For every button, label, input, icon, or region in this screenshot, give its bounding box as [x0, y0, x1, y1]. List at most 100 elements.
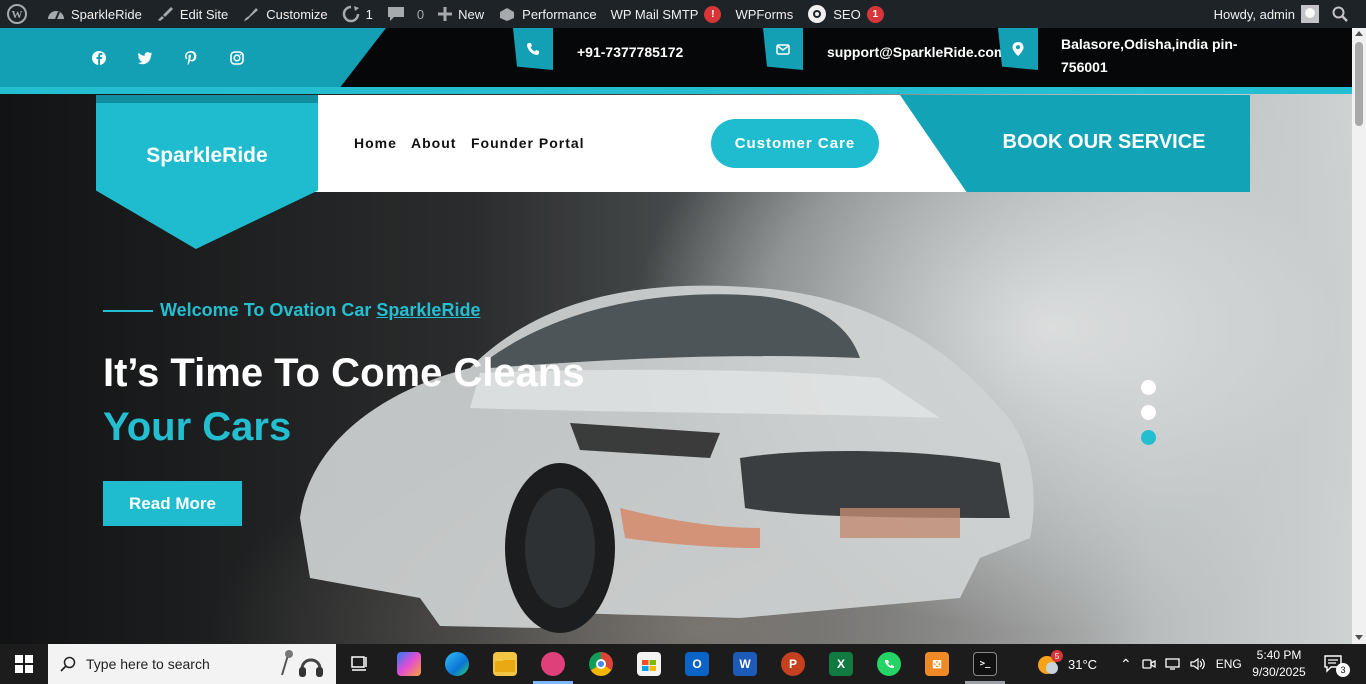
howdy-label: Howdy, admin	[1213, 6, 1295, 22]
wordpress-icon: W	[7, 4, 27, 24]
performance-button[interactable]: Performance	[491, 0, 603, 28]
temperature: 31°C	[1068, 656, 1098, 672]
site-viewport: +91-7377785172 support@SparkleRide.com B…	[0, 28, 1352, 644]
search-placeholder: Type here to search	[86, 656, 210, 672]
show-hidden-icons-icon[interactable]: ⌃	[1120, 656, 1132, 673]
read-more-button[interactable]: Read More	[103, 481, 242, 526]
wordpress-logo-button[interactable]: W	[0, 0, 40, 28]
customer-care-button[interactable]: Customer Care	[711, 119, 879, 168]
book-service-button[interactable]: BOOK OUR SERVICE	[958, 131, 1250, 154]
edit-site-button[interactable]: Edit Site	[149, 0, 235, 28]
pinterest-icon[interactable]	[183, 50, 199, 66]
slider-dot-1[interactable]	[1141, 380, 1156, 395]
edit-site-label: Edit Site	[179, 6, 229, 22]
meet-now-icon[interactable]	[1142, 657, 1156, 671]
location-icon-box	[998, 28, 1038, 70]
performance-label: Performance	[522, 6, 597, 22]
phone-number[interactable]: +91-7377785172	[577, 44, 683, 60]
site-logo[interactable]: SparkleRide	[96, 144, 318, 168]
system-tray: ⌃ ENG	[1120, 644, 1242, 684]
whatsapp-icon[interactable]	[877, 652, 901, 676]
system-clock[interactable]: 5:40 PM 9/30/2025	[1246, 647, 1312, 681]
input-language[interactable]: ENG	[1216, 657, 1242, 671]
notification-center-button[interactable]: 3	[1324, 644, 1350, 684]
my-account-menu[interactable]: Howdy, admin	[1207, 0, 1326, 28]
terminal-icon[interactable]: >_	[973, 652, 997, 676]
customize-button[interactable]: Customize	[235, 0, 334, 28]
slider-dot-2[interactable]	[1141, 405, 1156, 420]
wpforms-label: WPForms	[735, 6, 794, 22]
search-icon	[60, 656, 76, 672]
top-contact-bar: +91-7377785172 support@SparkleRide.com B…	[0, 28, 1352, 88]
map-marker-icon	[1012, 42, 1024, 56]
seo-label: SEO	[833, 6, 861, 22]
clock-time: 5:40 PM	[1256, 648, 1302, 662]
weather-alert-badge: 5	[1051, 650, 1063, 662]
slider-dot-3[interactable]	[1141, 430, 1156, 445]
brave-browser-icon[interactable]	[541, 652, 565, 676]
welcome-accent-line	[103, 310, 153, 312]
excel-icon[interactable]: X	[829, 652, 853, 676]
notification-count-badge: 3	[1336, 663, 1350, 677]
search-icon	[1332, 6, 1348, 22]
page-scrollbar[interactable]	[1352, 28, 1366, 644]
file-explorer-icon[interactable]	[493, 652, 517, 676]
logo-badge-top	[96, 95, 318, 103]
customize-label: Customize	[266, 6, 328, 22]
brush-icon	[157, 7, 173, 21]
envelope-icon	[776, 44, 790, 55]
facebook-icon[interactable]	[91, 50, 107, 66]
weather-widget[interactable]: 5 31°C	[1036, 644, 1097, 684]
address-line-2: 756001	[1061, 59, 1108, 75]
copilot-icon[interactable]	[397, 652, 421, 676]
welcome-link[interactable]: SparkleRide	[376, 300, 480, 320]
new-content-button[interactable]: New	[431, 0, 491, 28]
hero-headline-accent: Your Cars	[103, 405, 292, 449]
search-highlight-headphones-icon	[281, 650, 323, 677]
wpforms-button[interactable]: WPForms	[728, 0, 800, 28]
powerpoint-icon[interactable]: P	[781, 652, 805, 676]
chrome-browser-icon[interactable]	[589, 652, 613, 676]
network-icon[interactable]	[1165, 657, 1181, 671]
address-line-1: Balasore,Odisha,india pin-	[1061, 36, 1238, 52]
edge-browser-icon[interactable]	[445, 652, 469, 676]
comments-count: 0	[416, 6, 425, 22]
support-email[interactable]: support@SparkleRide.com	[827, 44, 1006, 60]
taskbar-search-box[interactable]: Type here to search	[48, 644, 336, 684]
paintbrush-icon	[244, 8, 259, 21]
updates-button[interactable]: 1	[335, 0, 380, 28]
windows-taskbar: Type here to search O W P X ⊠ >_ 5 31°C …	[0, 644, 1366, 684]
nav-link-founder-portal[interactable]: Founder Portal	[471, 135, 585, 151]
twitter-icon[interactable]	[137, 50, 153, 66]
site-name-menu[interactable]: SparkleRide	[40, 0, 149, 28]
scroll-up-arrow-icon[interactable]	[1355, 31, 1363, 36]
scrollbar-thumb[interactable]	[1355, 42, 1363, 126]
performance-icon	[500, 8, 515, 21]
seo-count-badge: 1	[866, 5, 884, 23]
instagram-icon[interactable]	[229, 50, 245, 66]
phone-icon-box	[513, 28, 553, 70]
microsoft-store-icon[interactable]	[637, 652, 661, 676]
phone-icon	[527, 43, 539, 55]
word-icon[interactable]: W	[733, 652, 757, 676]
welcome-prefix: Welcome To Ovation Car	[160, 300, 372, 320]
nav-link-about[interactable]: About	[411, 135, 456, 151]
nav-link-home[interactable]: Home	[354, 135, 397, 151]
start-button[interactable]	[0, 644, 48, 684]
comments-button[interactable]: 0	[380, 0, 431, 28]
wp-admin-bar: W SparkleRide Edit Site Customize 1 0 Ne…	[0, 0, 1366, 28]
avatar	[1301, 5, 1319, 23]
xampp-icon[interactable]: ⊠	[925, 652, 949, 676]
email-icon-box	[763, 28, 803, 70]
wp-mail-smtp-button[interactable]: WP Mail SMTP !	[604, 0, 729, 28]
scroll-down-arrow-icon[interactable]	[1355, 635, 1363, 640]
address: Balasore,Odisha,india pin- 756001	[1061, 33, 1238, 79]
svg-text:W: W	[12, 9, 23, 21]
outlook-icon[interactable]: O	[685, 652, 709, 676]
volume-icon[interactable]	[1190, 657, 1206, 671]
task-view-icon[interactable]	[348, 652, 372, 676]
seo-button[interactable]: SEO 1	[800, 0, 890, 28]
plus-icon	[438, 7, 453, 21]
clock-date: 9/30/2025	[1252, 665, 1306, 679]
admin-search-button[interactable]	[1326, 0, 1366, 28]
